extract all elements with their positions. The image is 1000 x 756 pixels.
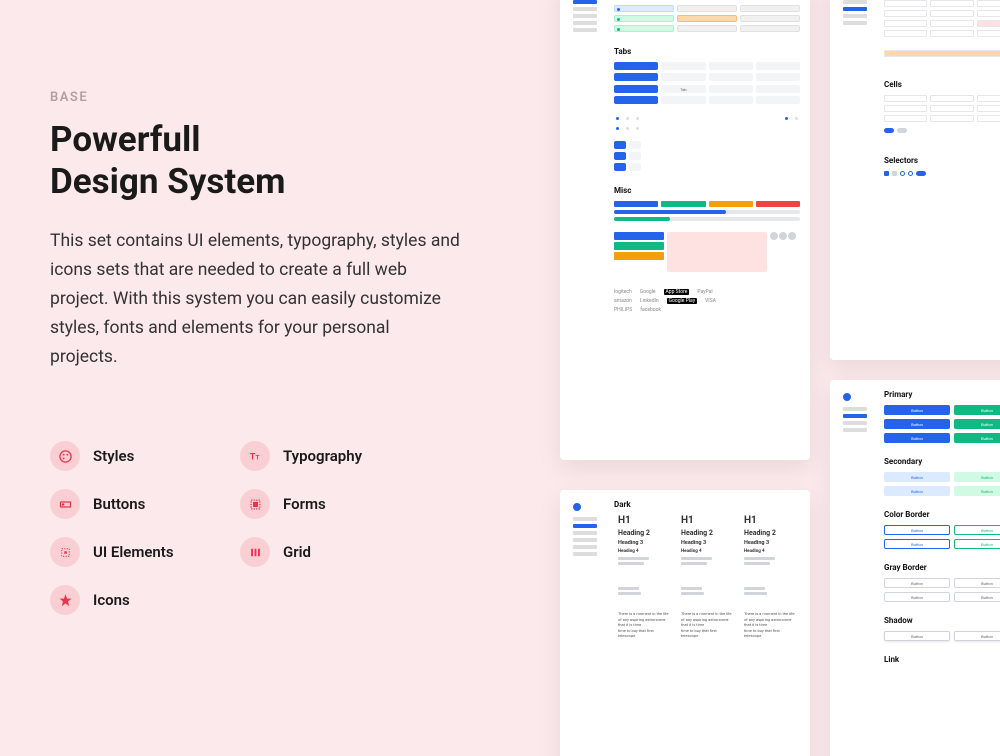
typo-h4: Heading 4 [618, 549, 670, 554]
feature-label: Typography [283, 447, 362, 465]
typo-h2: Heading 2 [618, 529, 670, 537]
brand-logo: LinkedIn [640, 298, 659, 304]
section-heading: Primary [884, 390, 1000, 399]
button-sample: Button [954, 433, 1000, 443]
button-sample: Button [954, 578, 1000, 588]
typo-h2: Heading 2 [744, 529, 796, 537]
brand-logo: amazon [614, 298, 632, 304]
brand-logo: Google Play [667, 298, 697, 304]
typo-h3: Heading 3 [681, 540, 733, 546]
mockup-buttons: Primary Button Button Button Button Button… [830, 380, 1000, 756]
button-sample: Button [954, 525, 1000, 535]
brand-logo: App Store [664, 289, 690, 295]
button-sample: Button [954, 405, 1000, 415]
button-sample: Button [884, 472, 950, 482]
feature-styles: Styles [50, 441, 230, 471]
typo-paragraph: time to buy that first telescope [681, 628, 733, 639]
button-sample: Button [884, 486, 950, 496]
button-sample: Button [884, 631, 950, 641]
feature-forms: Forms [240, 489, 420, 519]
section-heading: Cells [884, 80, 1000, 89]
feature-buttons: Buttons [50, 489, 230, 519]
mockup-typography: Dark H1 Heading 2 Heading 3 Heading 4 Th… [560, 490, 810, 756]
button-sample: Button [954, 631, 1000, 641]
button-sample: Button [884, 405, 950, 415]
feature-label: Grid [283, 543, 311, 561]
feature-icons: Icons [50, 585, 230, 615]
section-heading: Shadow [884, 616, 1000, 625]
typo-paragraph: time to buy that first telescope [744, 628, 796, 639]
brand-logo: Google [640, 289, 656, 295]
typo-h3: Heading 3 [744, 540, 796, 546]
button-sample: Button [954, 486, 1000, 496]
typo-paragraph: There is a moment in the life of any asp… [618, 611, 670, 628]
feature-label: UI Elements [93, 543, 174, 561]
section-heading: Gray Border [884, 563, 1000, 572]
button-sample: Button [954, 472, 1000, 482]
brand-logo: PayPal [697, 289, 712, 295]
button-sample: Button [884, 578, 950, 588]
button-sample: Button [954, 539, 1000, 549]
mockup-collage: Alerts Tabs Tab Misc [500, 0, 1000, 756]
page-title: Powerfull Design System [50, 119, 460, 203]
typo-h4: Heading 4 [744, 549, 796, 554]
feature-label: Styles [93, 447, 134, 465]
svg-text:T: T [255, 454, 259, 462]
columns-icon [240, 537, 270, 567]
typo-h1: H1 [681, 515, 733, 526]
section-heading: Secondary [884, 457, 1000, 466]
feature-label: Icons [93, 591, 130, 609]
typo-h1: H1 [744, 515, 796, 526]
button-sample: Button [954, 592, 1000, 602]
section-heading: Tabs [614, 47, 800, 56]
section-heading: Misc [614, 186, 800, 195]
mockup-alerts: Alerts Tabs Tab Misc [560, 0, 810, 460]
text-icon: TT [240, 441, 270, 471]
section-heading: Dark [614, 500, 800, 509]
button-sample: Button [884, 525, 950, 535]
button-sample: Button [884, 419, 950, 429]
feature-label: Forms [283, 495, 326, 513]
section-heading: Selectors [884, 156, 1000, 165]
typo-h4: Heading 4 [681, 549, 733, 554]
feature-label: Buttons [93, 495, 145, 513]
typo-paragraph: time to buy that first telescope [618, 628, 670, 639]
form-icon [240, 489, 270, 519]
feature-ui-elements: UI Elements [50, 537, 230, 567]
palette-icon [50, 441, 80, 471]
grid-dots-icon [50, 537, 80, 567]
button-sample: Button [884, 592, 950, 602]
description-text: This set contains UI elements, typograph… [50, 227, 460, 371]
feature-typography: TT Typography [240, 441, 420, 471]
brand-logo: logitech [614, 289, 632, 295]
button-sample: Button [954, 419, 1000, 429]
section-heading: Link [884, 655, 1000, 664]
button-icon [50, 489, 80, 519]
typo-h1: H1 [618, 515, 670, 526]
features-grid: Styles TT Typography Buttons Forms UI El… [50, 441, 420, 615]
brand-logo: PHILIPS [614, 307, 632, 313]
feature-grid: Grid [240, 537, 420, 567]
mockup-cells: Cells Selectors [830, 0, 1000, 360]
brand-logo: facebook [640, 307, 661, 313]
eyebrow-label: BASE [50, 90, 460, 105]
typo-paragraph: There is a moment in the life of any asp… [744, 611, 796, 628]
typo-paragraph: There is a moment in the life of any asp… [681, 611, 733, 628]
typo-h2: Heading 2 [681, 529, 733, 537]
button-sample: Button [884, 539, 950, 549]
typo-h3: Heading 3 [618, 540, 670, 546]
star-icon [50, 585, 80, 615]
brand-logo: VISA [705, 298, 716, 304]
section-heading: Color Border [884, 510, 1000, 519]
button-sample: Button [884, 433, 950, 443]
